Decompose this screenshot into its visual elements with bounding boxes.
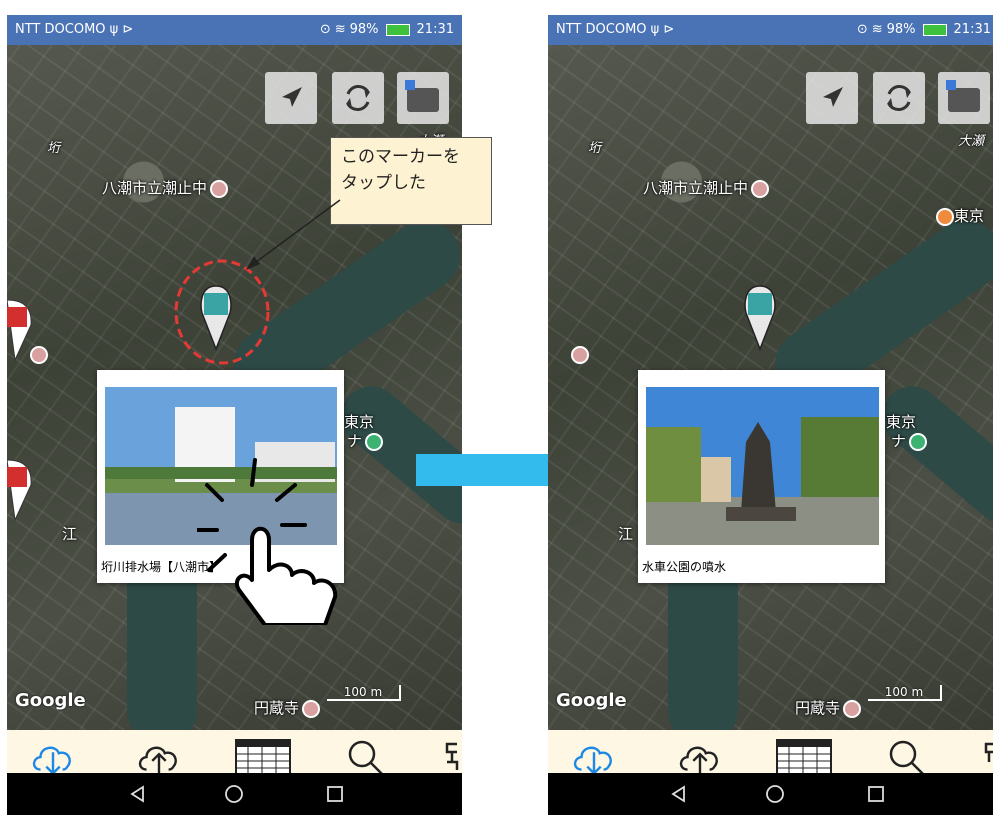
- map-label-e: 江: [62, 525, 78, 543]
- tap-hand-icon: [197, 458, 338, 625]
- map-label-school: 八潮市立潮止中: [102, 177, 229, 198]
- carrier-label: NTT DOCOMO ψ ⊳: [15, 22, 134, 37]
- map-layer-button[interactable]: [397, 72, 449, 124]
- search-icon: [348, 740, 384, 776]
- map-label-e: 江: [618, 525, 634, 543]
- school-poi-icon: [751, 179, 770, 198]
- cloud-upload-icon: [679, 746, 718, 776]
- back-button[interactable]: [125, 781, 151, 807]
- table-icon: [776, 739, 832, 777]
- callout-pointer: [246, 199, 341, 270]
- map-marker-red[interactable]: [7, 455, 33, 525]
- map-scale: 100 m: [868, 685, 942, 701]
- location-icon: ⊙: [856, 22, 868, 37]
- place-photo: [646, 387, 879, 545]
- google-logo: Google: [556, 690, 627, 711]
- cloud-upload-icon: [138, 746, 177, 776]
- my-location-button[interactable]: [265, 72, 317, 124]
- map-label-tokyo: 東京: [886, 413, 917, 431]
- wifi-icon: ≋: [334, 22, 346, 37]
- map-label-kei: 垳: [47, 141, 61, 156]
- clock: 21:31: [953, 22, 991, 37]
- more-icon: [445, 742, 459, 770]
- refresh-icon: [887, 85, 911, 111]
- map-marker[interactable]: [743, 285, 777, 351]
- google-logo: Google: [15, 690, 86, 711]
- recents-icon: [327, 786, 343, 802]
- back-button[interactable]: [666, 781, 692, 807]
- satellite-map[interactable]: 垳 大瀬 八潮市立潮止中 東京 東京 ナ 江 円蔵寺 水車公園の噴水 Googl…: [548, 45, 993, 745]
- home-button[interactable]: [221, 781, 247, 807]
- school-poi-icon: [27, 345, 48, 364]
- cloud-download-icon: [573, 746, 612, 776]
- recents-icon: [868, 786, 884, 802]
- river: [869, 374, 993, 536]
- refresh-button[interactable]: [332, 72, 384, 124]
- station-poi-icon: [365, 432, 384, 451]
- phone-screen-right: NTT DOCOMO ψ ⊳ ⊙ ≋ 98% 21:31 垳 大瀬 八潮市立潮止…: [548, 15, 993, 815]
- temple-poi-icon: [302, 699, 321, 718]
- map-label-na: ナ: [891, 430, 928, 451]
- more-icon: [984, 742, 993, 762]
- temple-poi-icon: [843, 699, 862, 718]
- callout-line-1: このマーカーを: [341, 147, 460, 167]
- place-caption: 水車公園の噴水: [642, 560, 727, 574]
- android-nav-bar: [548, 773, 993, 815]
- info-window[interactable]: 水車公園の噴水: [638, 370, 885, 583]
- map-label-oze: 大瀬: [958, 134, 985, 149]
- battery-percent: 98%: [349, 22, 379, 37]
- map-label-school: 八潮市立潮止中: [643, 177, 770, 198]
- search-icon: [889, 740, 925, 776]
- wifi-icon: ≋: [871, 22, 883, 37]
- carrier-label: NTT DOCOMO ψ ⊳: [556, 22, 675, 37]
- navigation-arrow-icon: [282, 87, 302, 107]
- back-icon: [130, 785, 144, 803]
- map-label-tokyo-station: 東京: [933, 205, 984, 226]
- recents-button[interactable]: [322, 781, 348, 807]
- map-label-enzoji: 円蔵寺: [254, 697, 321, 718]
- map-layer-button[interactable]: [938, 72, 990, 124]
- map-layer-icon: [946, 80, 980, 112]
- location-icon: ⊙: [319, 22, 331, 37]
- map-label-tokyo: 東京: [344, 413, 375, 431]
- home-button[interactable]: [762, 781, 788, 807]
- status-bar: NTT DOCOMO ψ ⊳ ⊙ ≋ 98% 21:31: [548, 15, 993, 45]
- info-window[interactable]: 垳川排水場【八潮市】: [97, 370, 344, 625]
- school-poi-icon: [210, 179, 229, 198]
- school-poi-icon: [568, 345, 589, 364]
- phone-screen-left: NTT DOCOMO ψ ⊳ ⊙ ≋ 98% 21:31 垳 大瀬 八潮市立潮止…: [7, 15, 462, 815]
- table-icon: [235, 739, 291, 777]
- map-layer-icon: [405, 80, 439, 112]
- home-icon: [766, 785, 784, 803]
- refresh-button[interactable]: [873, 72, 925, 124]
- back-icon: [671, 785, 685, 803]
- my-location-button[interactable]: [806, 72, 858, 124]
- recents-button[interactable]: [863, 781, 889, 807]
- status-right: ⊙ ≋ 98% 21:31: [320, 22, 454, 37]
- battery-icon: [922, 23, 947, 36]
- status-right: ⊙ ≋ 98% 21:31: [857, 22, 991, 37]
- refresh-icon: [346, 85, 370, 111]
- station-poi-icon: [909, 432, 928, 451]
- map-scale: 100 m: [327, 685, 401, 701]
- clock: 21:31: [416, 22, 454, 37]
- status-bar: NTT DOCOMO ψ ⊳ ⊙ ≋ 98% 21:31: [7, 15, 462, 45]
- annotation-callout: このマーカーを タップした: [330, 137, 492, 225]
- android-nav-bar: [7, 773, 462, 815]
- home-icon: [225, 785, 243, 803]
- cloud-download-icon: [32, 746, 71, 776]
- battery-percent: 98%: [886, 22, 916, 37]
- map-label-enzoji: 円蔵寺: [795, 697, 862, 718]
- map-label-na: ナ: [347, 430, 384, 451]
- map-label-kei: 垳: [588, 141, 602, 156]
- navigation-arrow-icon: [823, 87, 843, 107]
- station-poi-icon: [936, 207, 954, 226]
- callout-line-2: タップした: [341, 173, 426, 193]
- battery-icon: [385, 23, 410, 36]
